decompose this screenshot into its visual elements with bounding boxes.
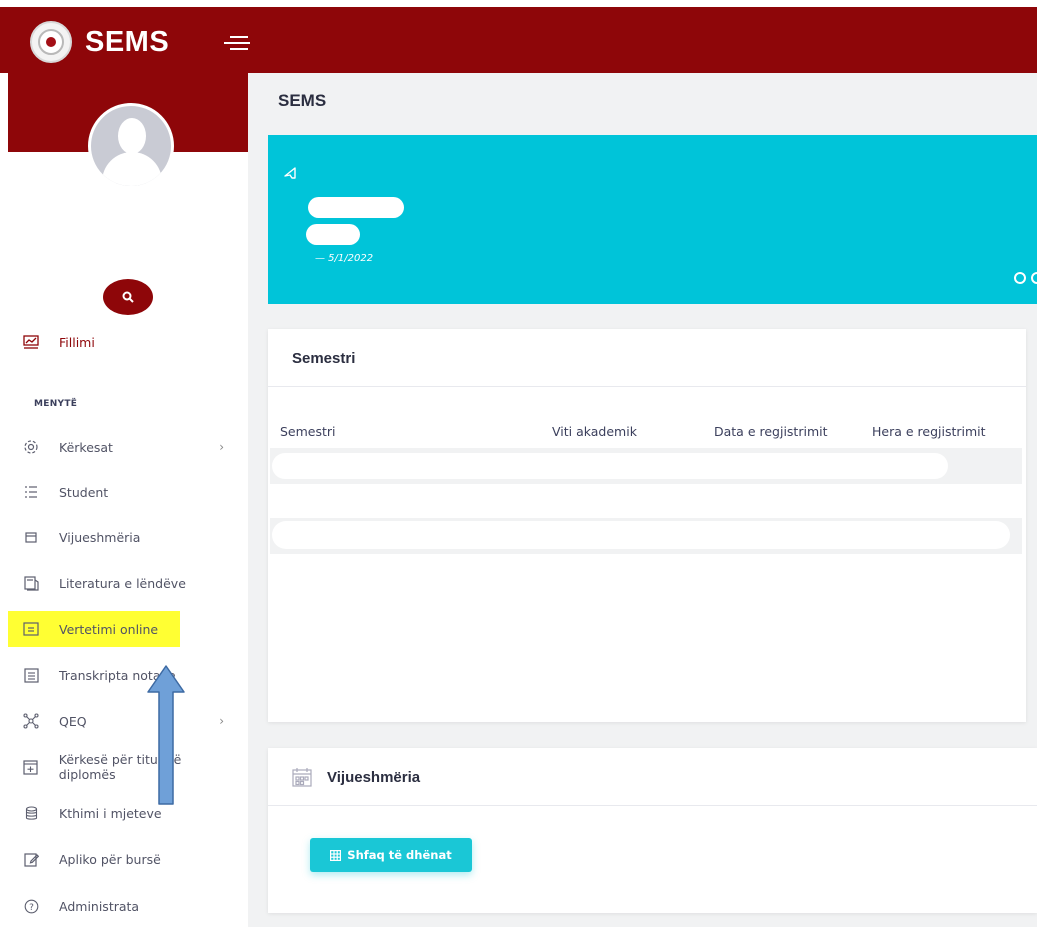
column-header: Hera e regjistrimit: [872, 424, 986, 439]
university-logo: [30, 21, 72, 63]
attendance-card: Vijueshmëria Shfaq të dhënat: [268, 748, 1037, 913]
settings-icon: [22, 438, 40, 456]
help-circle-icon: ?: [22, 897, 40, 915]
sidebar-section-heading: MENYTË: [34, 399, 78, 409]
show-data-button[interactable]: Shfaq të dhënat: [310, 838, 472, 872]
sidebar-item-apliko-burse[interactable]: Apliko për bursë: [8, 841, 240, 877]
semester-card: Semestri Semestri Viti akademik Data e r…: [268, 329, 1026, 722]
transcript-icon: [22, 666, 40, 684]
carousel-dot[interactable]: [1014, 272, 1026, 284]
sidebar-item-qeq[interactable]: QEQ ›: [8, 703, 240, 739]
card-title: Semestri: [292, 350, 356, 367]
sidebar-item-label: Fillimi: [59, 334, 95, 350]
semester-card-header: Semestri: [268, 329, 1026, 387]
column-header: Data e regjistrimit: [714, 424, 828, 439]
list-icon: [22, 483, 40, 501]
calendar-icon: [292, 768, 312, 787]
book-icon: [22, 574, 40, 592]
attendance-card-header: Vijueshmëria: [268, 748, 1037, 806]
menu-toggle-icon[interactable]: [224, 31, 250, 53]
sidebar-item-label: Student: [59, 484, 109, 500]
brand[interactable]: SEMS: [30, 21, 169, 63]
sidebar-item-student[interactable]: Student: [8, 474, 240, 510]
main-content: SEMS — 5/1/2022 Semestri Semestri Viti a…: [248, 73, 1037, 927]
table-icon: [330, 849, 342, 861]
table-row[interactable]: [270, 448, 1022, 484]
sidebar-item-label: QEQ: [59, 713, 87, 729]
annotation-arrow-icon: [147, 665, 185, 805]
chevron-right-icon: ›: [219, 714, 224, 728]
sidebar: Fillimi MENYTË Kërkesat › Student Vijues…: [8, 73, 248, 927]
redacted-announcement-title: [308, 197, 404, 218]
sidebar-item-kthimi-mjeteve[interactable]: Kthimi i mjeteve: [8, 795, 240, 831]
table-row[interactable]: [270, 518, 1022, 554]
sidebar-item-label: Vijueshmëria: [59, 529, 141, 545]
column-header: Semestri: [280, 424, 336, 439]
search-icon: [122, 291, 134, 303]
sidebar-item-vijueshmeria[interactable]: Vijueshmëria: [8, 519, 240, 555]
show-data-label: Shfaq të dhënat: [347, 848, 452, 862]
column-header: Viti akademik: [552, 424, 637, 439]
app-title: SEMS: [85, 25, 170, 58]
top-navbar: SEMS: [0, 7, 1037, 73]
edit-icon: [22, 850, 40, 868]
announcement-banner: — 5/1/2022: [268, 135, 1037, 304]
card-title: Vijueshmëria: [327, 769, 421, 786]
coins-icon: [22, 804, 40, 822]
sidebar-item-kerkesat[interactable]: Kërkesat ›: [8, 429, 240, 465]
sidebar-item-label: Administrata: [59, 898, 140, 914]
sidebar-item-label: Literatura e lëndëve: [59, 575, 186, 591]
avatar[interactable]: [88, 103, 174, 189]
sidebar-item-fillimi[interactable]: Fillimi: [8, 324, 240, 360]
search-button[interactable]: [103, 279, 153, 315]
sidebar-item-vertetimi-online[interactable]: Vertetimi online: [8, 611, 180, 647]
bell-icon: [284, 167, 296, 179]
redacted-row-content: [272, 453, 948, 479]
announcement-date: — 5/1/2022: [315, 253, 374, 264]
page-title: SEMS: [278, 91, 327, 110]
sidebar-item-label: Kërkesat: [59, 439, 113, 455]
sidebar-item-kerkese-diplomes[interactable]: Kërkesë për titull të diplomës: [8, 749, 240, 785]
sidebar-item-transkripta[interactable]: Transkripta notave: [8, 657, 240, 693]
sidebar-item-administrata[interactable]: ? Administrata: [8, 888, 240, 924]
sidebar-item-label: Kthimi i mjeteve: [59, 805, 162, 821]
calendar-icon: [22, 528, 40, 546]
sidebar-item-label: Vertetimi online: [59, 621, 159, 637]
carousel-dot[interactable]: [1031, 272, 1037, 284]
svg-text:?: ?: [29, 903, 34, 913]
network-icon: [22, 712, 40, 730]
chart-line-icon: [22, 333, 40, 351]
redacted-row-content: [272, 521, 1010, 549]
folder-icon: [22, 620, 40, 638]
plus-square-icon: [22, 758, 40, 776]
redacted-announcement-text: [306, 224, 360, 245]
sidebar-item-literatura[interactable]: Literatura e lëndëve: [8, 565, 240, 601]
chevron-right-icon: ›: [219, 440, 224, 454]
sidebar-item-label: Apliko për bursë: [59, 851, 161, 867]
